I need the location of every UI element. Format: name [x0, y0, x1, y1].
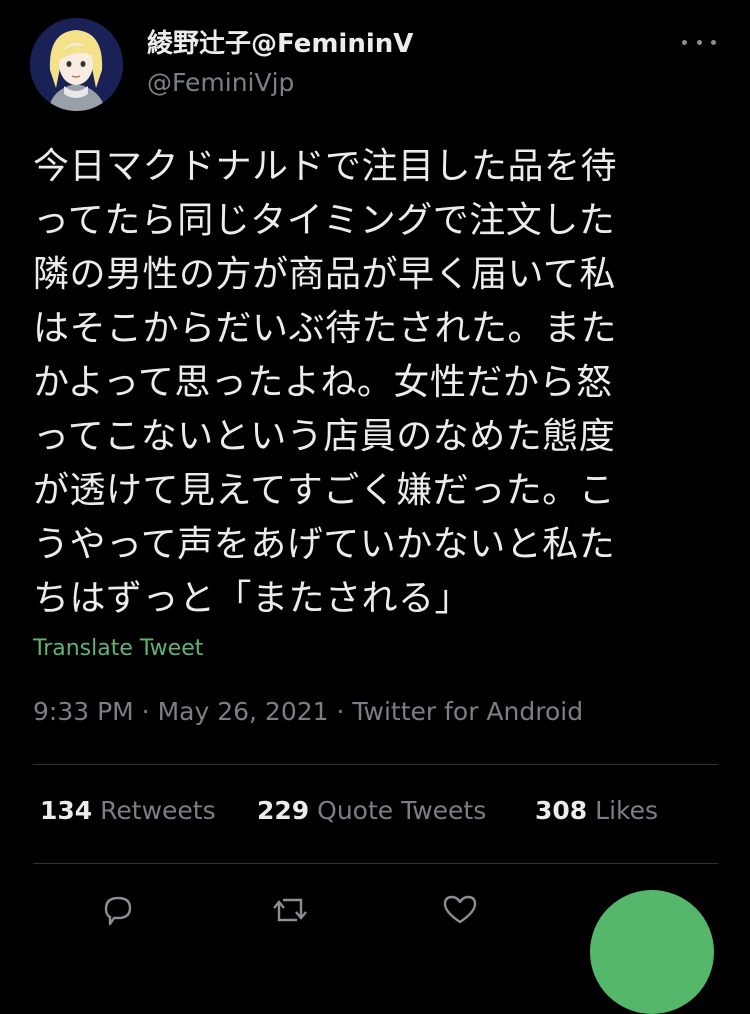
user-handle[interactable]: @FeminiVjp [147, 67, 413, 99]
more-dot [711, 39, 716, 45]
retweets-count: 134 [40, 796, 93, 825]
retweets-stat[interactable]: 134 Retweets [40, 796, 216, 825]
tweet-header: 綾野辻子@FemininV @FeminiVjp [30, 18, 720, 113]
heart-icon[interactable] [440, 890, 480, 930]
likes-count: 308 [535, 796, 588, 825]
likes-stat[interactable]: 308 Likes [535, 796, 658, 825]
avatar-image [30, 18, 123, 111]
more-dot [696, 39, 702, 45]
reply-icon[interactable] [98, 890, 138, 930]
retweet-icon[interactable] [270, 890, 310, 930]
quote-tweets-stat[interactable]: 229 Quote Tweets [257, 796, 486, 825]
likes-label: Likes [595, 796, 659, 825]
translate-tweet-link[interactable]: Translate Tweet [33, 636, 203, 661]
divider [33, 863, 718, 864]
display-name[interactable]: 綾野辻子@FemininV [147, 28, 413, 60]
compose-icon[interactable] [590, 890, 714, 1014]
retweets-label: Retweets [100, 796, 216, 825]
avatar[interactable] [30, 18, 123, 111]
divider [33, 764, 718, 765]
tweet-timestamp: 9:33 PM · May 26, 2021 · Twitter for And… [33, 697, 584, 726]
quotes-label: Quote Tweets [317, 796, 487, 825]
more-dot [682, 39, 687, 45]
tweet-text: 今日マクドナルドで注目した品を待 ってたら同じタイミングで注文した 隣の男性の方… [33, 146, 618, 619]
quotes-count: 229 [257, 796, 310, 825]
more-options-icon[interactable] [682, 32, 716, 52]
user-names: 綾野辻子@FemininV @FeminiVjp [147, 28, 413, 99]
